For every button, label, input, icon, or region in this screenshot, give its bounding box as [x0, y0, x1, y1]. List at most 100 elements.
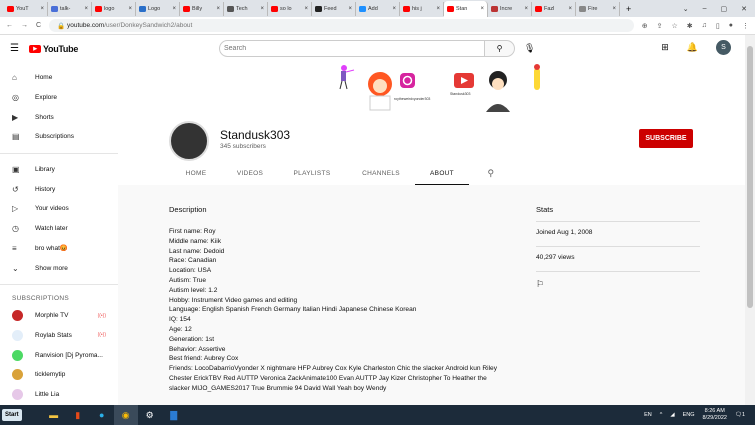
notifications-bell-icon[interactable]: 🔔: [687, 42, 698, 53]
reload-icon[interactable]: C: [36, 22, 41, 29]
tab-home[interactable]: HOME: [169, 162, 223, 185]
subscription-item[interactable]: Little Lia: [0, 385, 118, 405]
youtube-logo[interactable]: ▶ YouTube: [28, 44, 78, 54]
browser-tab[interactable]: YouT ×: [4, 1, 48, 16]
close-window-icon[interactable]: ✕: [741, 5, 747, 13]
browser-tab[interactable]: so lo ×: [268, 1, 312, 16]
subscribe-button[interactable]: SUBSCRIBE: [639, 129, 693, 148]
close-tab-icon[interactable]: ×: [260, 6, 264, 12]
start-button[interactable]: Start: [2, 409, 22, 421]
browser-tab[interactable]: his j ×: [400, 1, 444, 16]
browser-tab[interactable]: Logo ×: [136, 1, 180, 16]
word-icon[interactable]: ▇: [162, 405, 186, 425]
close-tab-icon[interactable]: ×: [480, 6, 484, 12]
subscription-item[interactable]: Roylab Stats ((•)): [0, 326, 118, 346]
install-icon[interactable]: ⊕: [642, 22, 648, 30]
tab-channels[interactable]: CHANNELS: [347, 162, 415, 185]
sidebar-item[interactable]: ▣ Library: [0, 160, 118, 180]
notification-center-icon[interactable]: 🗨1: [735, 412, 745, 418]
tab-playlists[interactable]: PLAYLISTS: [277, 162, 347, 185]
library-icon: ▣: [12, 165, 20, 175]
sidebar-item[interactable]: ≡ bro what😡: [0, 239, 118, 259]
subscription-item[interactable]: Morphle TV ((•)): [0, 306, 118, 326]
description-line: IQ: 154: [169, 316, 191, 324]
browser-tab[interactable]: Incre ×: [488, 1, 532, 16]
search-button[interactable]: ⚲: [485, 40, 515, 57]
close-tab-icon[interactable]: ×: [348, 6, 352, 12]
profile-icon[interactable]: ●: [729, 22, 733, 30]
avatar[interactable]: S: [716, 40, 731, 55]
close-tab-icon[interactable]: ×: [568, 6, 572, 12]
office-icon[interactable]: ▮: [66, 405, 90, 425]
close-tab-icon[interactable]: ×: [216, 6, 220, 12]
microphone-icon[interactable]: 🎙: [524, 43, 535, 54]
tab-videos[interactable]: VIDEOS: [223, 162, 277, 185]
sidebar-item[interactable]: ◷ Watch later: [0, 219, 118, 239]
edge-icon[interactable]: ●: [90, 405, 114, 425]
clock[interactable]: 8:26 AM 8/29/2022: [702, 408, 726, 422]
browser-tab[interactable]: Feed ×: [312, 1, 356, 16]
description-line: Race: Canadian: [169, 257, 217, 265]
tab-strip: YouT × talk- × logo × Logo × Billy × Tech × so lo × Fe…: [0, 0, 755, 17]
close-tab-icon[interactable]: ×: [392, 6, 396, 12]
tab-about[interactable]: ABOUT: [415, 162, 469, 185]
explore-icon: ◎: [12, 93, 19, 103]
settings-gear-icon[interactable]: ⚙: [138, 405, 162, 425]
menu-hamburger-icon[interactable]: ☰: [10, 43, 19, 54]
browser-tab[interactable]: Tech ×: [224, 1, 268, 16]
menu-kebab-icon[interactable]: ⋮: [742, 22, 749, 30]
sidebar-item[interactable]: ▤ Subscriptions: [0, 127, 118, 147]
report-flag-icon[interactable]: ⚐: [536, 271, 700, 290]
browser-tab[interactable]: Stan ×: [444, 1, 488, 17]
close-tab-icon[interactable]: ×: [612, 6, 616, 12]
stats-heading: Stats: [536, 205, 554, 214]
subscription-item[interactable]: Ranvision [Dj Pyroma...: [0, 345, 118, 365]
sidebar-item[interactable]: ↺ History: [0, 179, 118, 199]
browser-tab[interactable]: logo ×: [92, 1, 136, 16]
chrome-icon[interactable]: ◉: [113, 405, 138, 425]
sidebar-item[interactable]: ▷ Your videos: [0, 199, 118, 219]
close-tab-icon[interactable]: ×: [128, 6, 132, 12]
network-icon[interactable]: ◢: [670, 412, 674, 418]
tab-search-icon[interactable]: ⌄: [683, 5, 689, 13]
sidebar-item[interactable]: ◎ Explore: [0, 88, 118, 108]
chevron-down-icon: ⌄: [12, 263, 19, 273]
file-explorer-icon[interactable]: ▬: [42, 405, 66, 425]
maximize-icon[interactable]: ▢: [721, 5, 728, 13]
extensions-icon[interactable]: ✱: [687, 22, 693, 30]
channel-search-icon[interactable]: ⚲: [469, 162, 513, 185]
close-tab-icon[interactable]: ×: [84, 6, 88, 12]
browser-tab[interactable]: Billy ×: [180, 1, 224, 16]
view-count: 40,297 views: [536, 246, 700, 271]
tab-favicon-icon: [227, 5, 234, 12]
share-icon[interactable]: ⇪: [657, 22, 663, 30]
browser-tab[interactable]: Add ×: [356, 1, 400, 16]
close-tab-icon[interactable]: ×: [172, 6, 176, 12]
browser-tab[interactable]: Fazl ×: [532, 1, 576, 16]
media-icon[interactable]: ♫: [702, 22, 707, 30]
forward-icon[interactable]: →: [21, 22, 28, 29]
input-language[interactable]: EN: [644, 412, 652, 418]
close-tab-icon[interactable]: ×: [524, 6, 528, 12]
search-input[interactable]: [219, 40, 485, 57]
subscription-item[interactable]: ticklemytip: [0, 365, 118, 385]
url-field[interactable]: 🔒 youtube.com/user/DonkeySandwich2/about: [49, 19, 634, 32]
bookmark-star-icon[interactable]: ☆: [672, 22, 678, 30]
close-tab-icon[interactable]: ×: [436, 6, 440, 12]
sidepanel-icon[interactable]: ▯: [716, 22, 720, 30]
browser-tab[interactable]: Fire ×: [576, 1, 620, 16]
sidebar-item[interactable]: ▶ Shorts: [0, 107, 118, 127]
minimize-icon[interactable]: –: [703, 5, 707, 13]
sidebar-item[interactable]: ⌄ Show more: [0, 258, 118, 278]
close-tab-icon[interactable]: ×: [304, 6, 308, 12]
scrollbar-thumb[interactable]: [747, 46, 753, 308]
browser-tab[interactable]: talk- ×: [48, 1, 92, 16]
channel-avatar: [12, 329, 23, 341]
close-tab-icon[interactable]: ×: [40, 6, 44, 12]
tray-chevron-up-icon[interactable]: ^: [660, 412, 663, 418]
new-tab-icon[interactable]: +: [626, 4, 631, 14]
create-video-icon[interactable]: ⊞: [661, 42, 669, 53]
keyboard-language[interactable]: ENG: [683, 412, 695, 418]
back-icon[interactable]: ←: [6, 22, 13, 29]
sidebar-item[interactable]: ⌂ Home: [0, 68, 118, 88]
